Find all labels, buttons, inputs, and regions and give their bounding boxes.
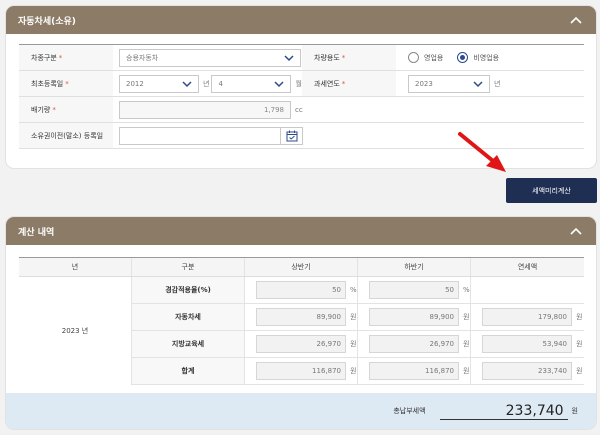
tax-year-value: 2023 (415, 79, 433, 88)
value-unit: 원 (463, 367, 470, 375)
chevron-down-icon (473, 80, 483, 87)
displacement-value: 1,798 (263, 105, 284, 114)
value-unit: % (350, 286, 357, 294)
tax-year-unit: 년 (494, 79, 501, 88)
usage-radio-commercial[interactable]: 영업용 (408, 52, 443, 63)
row-label: 경감적용율(%) (132, 277, 245, 303)
reg-month-value: 4 (218, 79, 223, 88)
table-row: 합계 116,870 원 116,870 원 233,740 원 (132, 358, 584, 385)
reg-month-select[interactable]: 4 (211, 74, 292, 93)
header-first-half: 상반기 (245, 258, 358, 276)
calculate-tax-button[interactable]: 세액미리계산 (506, 178, 597, 203)
radio-circle-icon[interactable] (408, 52, 419, 63)
tax-year-label: 과세연도 * (302, 71, 396, 96)
first-reg-label: 최초등록일 * (19, 71, 113, 96)
header-category: 구분 (132, 258, 245, 276)
usage-label: 차량용도 * (302, 45, 396, 70)
chevron-down-icon (284, 54, 294, 61)
displacement-label: 배기량 * (19, 97, 113, 122)
header-annual: 연세액 (517, 263, 538, 271)
value-unit: 원 (350, 313, 357, 321)
result-table: 년 구분 상반기 하반기 연세액 2023 년 경감적용율(%) 50% 50%… (19, 257, 584, 385)
month-unit: 월 (295, 79, 302, 88)
form-panel-header[interactable]: 자동차세(소유) (6, 6, 596, 34)
total-tax-bar: 총납부세액 233,740 원 (6, 393, 596, 429)
value-field: 179,800 (482, 308, 572, 326)
chevron-up-icon[interactable] (568, 12, 584, 28)
value-field: 233,740 (482, 362, 572, 380)
chevron-down-icon (274, 80, 284, 87)
value-field: 26,970 (256, 335, 346, 353)
annual-empty-cell (471, 277, 584, 303)
vehicle-type-label: 차종구분 * (19, 45, 113, 70)
header-year: 년 (19, 258, 132, 276)
radio-selected-icon[interactable] (457, 52, 469, 63)
table-row: 지방교육세 26,970 원 26,970 원 53,940 원 (132, 331, 584, 358)
value-field: 89,900 (256, 308, 346, 326)
tax-year-select[interactable]: 2023 (408, 74, 490, 93)
usage-radio-noncommercial[interactable]: 비영업용 (457, 52, 499, 63)
result-panel-title: 계산 내역 (18, 227, 55, 238)
header-second-half: 하반기 (358, 258, 471, 276)
row-label: 합계 (132, 358, 245, 384)
row-label: 지방교육세 (132, 331, 245, 357)
total-tax-value: 233,740 (439, 403, 568, 420)
value-field: 89,900 (369, 308, 459, 326)
transfer-date-input[interactable] (119, 126, 303, 145)
vehicle-type-value: 승용자동차 (126, 53, 159, 62)
table-row: 자동차세 89,900 원 89,900 원 179,800 원 (132, 304, 584, 331)
value-unit: 원 (463, 313, 470, 321)
result-table-header: 년 구분 상반기 하반기 연세액 (19, 258, 584, 277)
value-unit: 원 (350, 367, 357, 375)
form-row-displacement: 배기량 * 1,798 cc (19, 97, 584, 123)
value-field: 116,870 (256, 362, 346, 380)
value-field: 53,940 (482, 335, 572, 353)
result-panel-header[interactable]: 계산 내역 (6, 217, 596, 245)
form-row-registration: 최초등록일 * 2012 년 4 월 과세연도 * 2023 년 (19, 71, 584, 97)
value-unit: 원 (463, 340, 470, 348)
usage-option-label: 비영업용 (473, 53, 500, 62)
red-arrow-icon (458, 132, 506, 172)
value-field: 50 (256, 281, 346, 299)
form-row-vehicle: 차종구분 * 승용자동차 차량용도 * 영업용 비영업용 (19, 45, 584, 71)
usage-option-label: 영업용 (424, 53, 444, 62)
result-table-body: 2023 년 경감적용율(%) 50% 50% 자동차세 89,900 원 89,… (19, 277, 584, 385)
table-row: 경감적용율(%) 50% 50% (132, 277, 584, 304)
reg-year-value: 2012 (126, 79, 144, 88)
year-cell: 2023 년 (19, 277, 132, 385)
chevron-up-icon[interactable] (568, 223, 584, 239)
value-unit: 원 (576, 313, 583, 321)
year-unit: 년 (203, 79, 210, 88)
value-unit: 원 (576, 367, 583, 375)
reg-year-select[interactable]: 2012 (119, 74, 199, 93)
value-field: 116,870 (369, 362, 459, 380)
total-tax-label: 총납부세액 (393, 407, 426, 415)
transfer-date-label: 소유권이전(말소) 등록일 (19, 123, 113, 148)
calculation-result-panel: 계산 내역 년 구분 상반기 하반기 연세액 2023 년 경감적용율(%) 5… (6, 217, 596, 429)
value-field: 50 (369, 281, 459, 299)
total-tax-unit: 원 (571, 407, 578, 415)
calendar-icon[interactable] (280, 127, 302, 144)
value-unit: % (463, 286, 470, 294)
chevron-down-icon (182, 80, 192, 87)
row-label: 자동차세 (132, 304, 245, 330)
displacement-unit: cc (295, 105, 303, 114)
value-unit: 원 (576, 340, 583, 348)
value-field: 26,970 (369, 335, 459, 353)
displacement-input[interactable]: 1,798 (119, 100, 291, 119)
vehicle-type-select[interactable]: 승용자동차 (119, 48, 301, 67)
form-panel-title: 자동차세(소유) (18, 16, 76, 27)
value-unit: 원 (350, 340, 357, 348)
